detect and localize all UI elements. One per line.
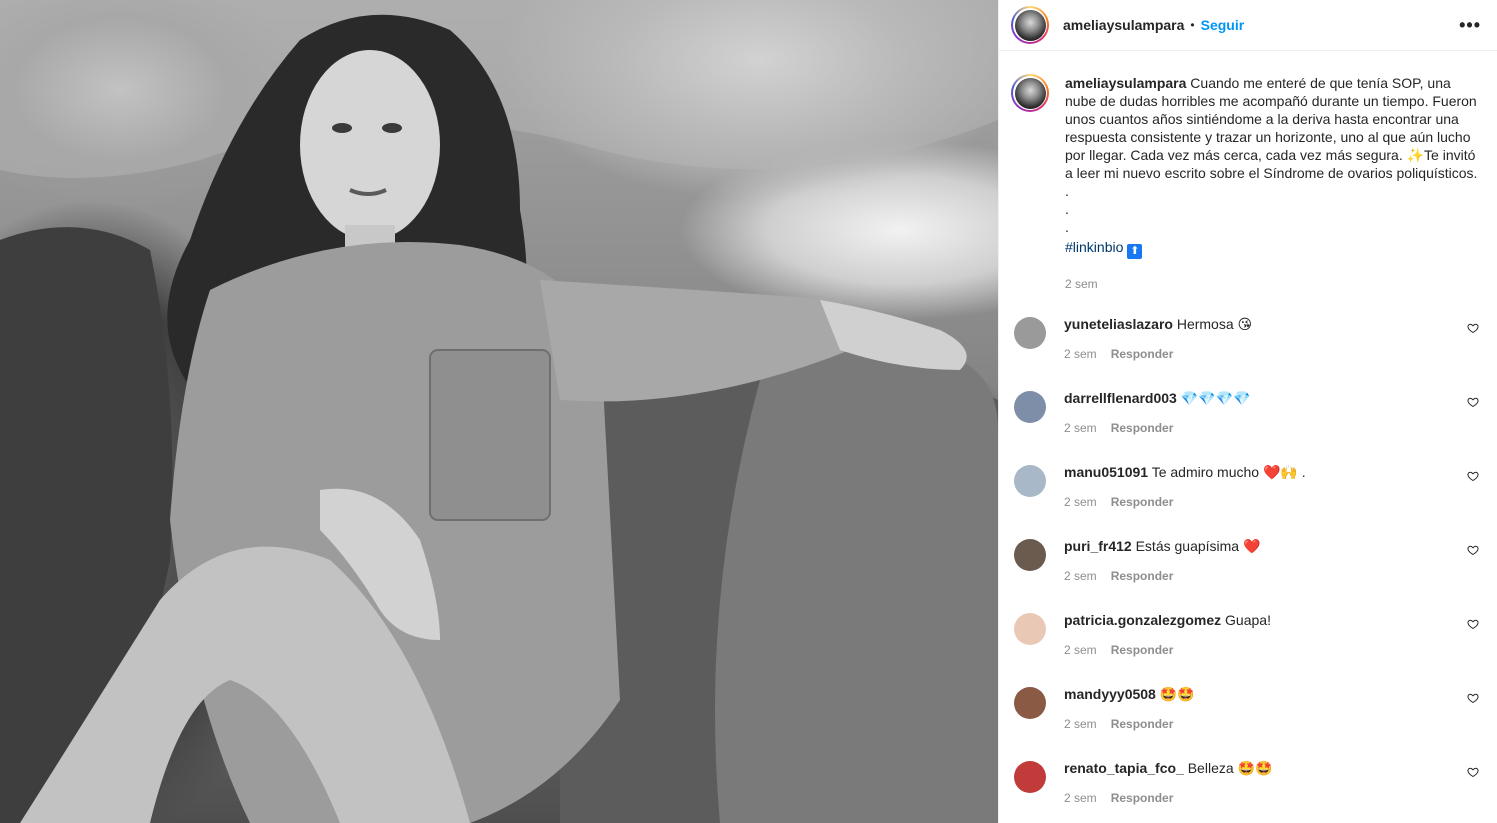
comment-time[interactable]: 2 sem	[1064, 643, 1097, 657]
comment-emoji: 🤩🤩	[1237, 760, 1273, 776]
comment-item: mandyyy0508 🤩🤩 2 sem Responder	[1011, 685, 1481, 759]
reply-button[interactable]: Responder	[1111, 347, 1174, 361]
reply-button[interactable]: Responder	[1111, 569, 1174, 583]
post-photo[interactable]	[0, 0, 998, 823]
comment-time[interactable]: 2 sem	[1064, 421, 1097, 435]
comment-item: puri_fr412 Estás guapísima ❤️ 2 sem Respo…	[1011, 537, 1481, 611]
comment-time[interactable]: 2 sem	[1064, 791, 1097, 805]
comment-time[interactable]: 2 sem	[1064, 569, 1097, 583]
follow-button[interactable]: Seguir	[1201, 17, 1245, 33]
comment-time[interactable]: 2 sem	[1064, 717, 1097, 731]
author-username[interactable]: ameliaysulampara	[1063, 17, 1184, 33]
reply-button[interactable]: Responder	[1111, 717, 1174, 731]
like-heart-icon[interactable]	[1467, 766, 1479, 778]
post-photo-illustration	[0, 0, 998, 823]
caption-dot: .	[1065, 201, 1069, 217]
commenter-username[interactable]: renato_tapia_fco_	[1064, 760, 1184, 776]
caption-time[interactable]: 2 sem	[1065, 275, 1481, 293]
comment-emoji: 💎💎💎💎	[1180, 390, 1251, 406]
comment-item: patricia.gonzalezgomez Guapa! 2 sem Respo…	[1011, 611, 1481, 685]
like-heart-icon[interactable]	[1467, 322, 1479, 334]
commenter-avatar[interactable]	[1014, 317, 1046, 349]
reply-button[interactable]: Responder	[1111, 421, 1174, 435]
commenter-username[interactable]: mandyyy0508	[1064, 686, 1156, 702]
commenter-avatar[interactable]	[1014, 391, 1046, 423]
comment-text: Te admiro mucho	[1148, 464, 1263, 480]
commenter-username[interactable]: puri_fr412	[1064, 538, 1132, 554]
commenter-username[interactable]: yuneteliaslazaro	[1064, 316, 1173, 332]
hashtag-link[interactable]: #linkinbio	[1065, 239, 1123, 255]
reply-button[interactable]: Responder	[1111, 495, 1174, 509]
up-arrow-icon: ⬆	[1127, 244, 1143, 259]
comment-item: manu051091 Te admiro mucho ❤️🙌 . 2 sem Re…	[1011, 463, 1481, 537]
like-heart-icon[interactable]	[1467, 692, 1479, 704]
comment-emoji: ❤️	[1242, 538, 1261, 554]
caption-dot: .	[1065, 183, 1069, 199]
like-heart-icon[interactable]	[1467, 470, 1479, 482]
like-heart-icon[interactable]	[1467, 544, 1479, 556]
comment-emoji: 😘	[1237, 316, 1253, 332]
author-avatar[interactable]	[1011, 6, 1049, 44]
comment-time[interactable]: 2 sem	[1064, 495, 1097, 509]
header-separator: •	[1190, 18, 1195, 32]
reply-button[interactable]: Responder	[1111, 791, 1174, 805]
reply-button[interactable]: Responder	[1111, 643, 1174, 657]
comment-text: Hermosa	[1172, 316, 1238, 332]
comment-text: Guapa!	[1221, 612, 1271, 628]
comment-emoji: 🤩🤩	[1159, 686, 1195, 702]
comment-emoji: ❤️🙌 .	[1262, 464, 1306, 480]
like-heart-icon[interactable]	[1467, 396, 1479, 408]
comment-item: darrellflenard003 💎💎💎💎 2 sem Responder	[1011, 389, 1481, 463]
sparkle-emoji: ✨	[1406, 147, 1425, 163]
caption-avatar[interactable]	[1011, 74, 1049, 112]
like-heart-icon[interactable]	[1467, 618, 1479, 630]
comments-list: ameliaysulampara Cuando me enteré de que…	[999, 51, 1497, 823]
commenter-avatar[interactable]	[1014, 761, 1046, 793]
caption-dot: .	[1065, 219, 1069, 235]
post-side-panel: ameliaysulampara • Seguir ••• ameliaysul…	[998, 0, 1497, 823]
comment-item: renato_tapia_fco_ Belleza 🤩🤩 2 sem Respon…	[1011, 759, 1481, 823]
commenter-avatar[interactable]	[1014, 687, 1046, 719]
commenter-avatar[interactable]	[1014, 465, 1046, 497]
post-header: ameliaysulampara • Seguir •••	[999, 0, 1497, 51]
commenter-username[interactable]: patricia.gonzalezgomez	[1064, 612, 1221, 628]
comment-item: yuneteliaslazaro Hermosa 😘 2 sem Responde…	[1011, 315, 1481, 389]
comment-text: Belleza	[1183, 760, 1238, 776]
commenter-avatar[interactable]	[1014, 539, 1046, 571]
commenter-username[interactable]: manu051091	[1064, 464, 1148, 480]
comment-time[interactable]: 2 sem	[1064, 347, 1097, 361]
comment-text: Estás guapísima	[1131, 538, 1243, 554]
commenter-username[interactable]: darrellflenard003	[1064, 390, 1177, 406]
commenter-avatar[interactable]	[1014, 613, 1046, 645]
post-caption: ameliaysulampara Cuando me enteré de que…	[1011, 51, 1481, 293]
more-options-icon[interactable]: •••	[1459, 15, 1481, 36]
caption-username[interactable]: ameliaysulampara	[1065, 75, 1186, 91]
